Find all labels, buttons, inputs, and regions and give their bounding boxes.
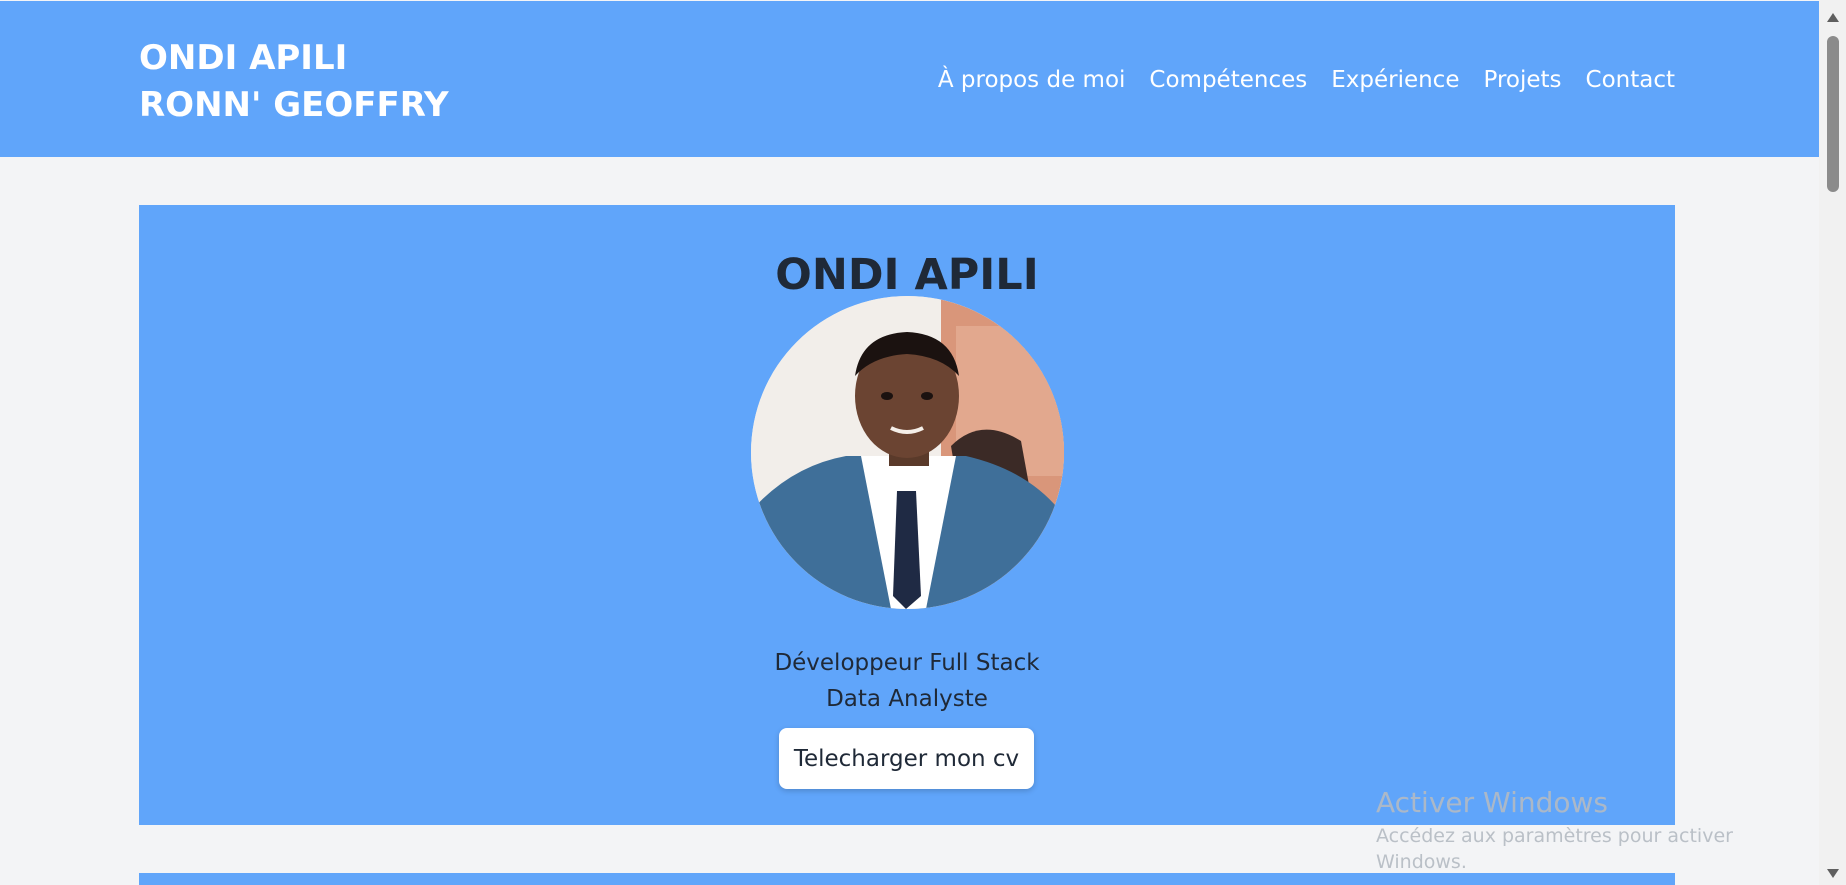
nav-link-experience[interactable]: Expérience (1331, 65, 1459, 95)
download-cv-button[interactable]: Telecharger mon cv (779, 728, 1034, 789)
main-nav: À propos de moi Compétences Expérience P… (938, 65, 1675, 95)
nav-link-projects[interactable]: Projets (1483, 65, 1561, 95)
page-viewport: ONDI APILI RONN' GEOFFRY À propos de moi… (0, 0, 1819, 885)
hero-section: ONDI APILI Développeur Full Stack Data A… (139, 205, 1675, 825)
brand-line-2: RONN' GEOFFRY (139, 85, 449, 125)
scroll-down-arrow-icon[interactable] (1827, 869, 1839, 878)
windows-activation-watermark: Activer Windows Accédez aux paramètres p… (1376, 785, 1819, 875)
watermark-title: Activer Windows (1376, 786, 1609, 819)
scroll-up-arrow-icon[interactable] (1827, 13, 1839, 22)
nav-link-contact[interactable]: Contact (1586, 65, 1675, 95)
watermark-subtitle: Accédez aux paramètres pour activer Wind… (1376, 825, 1733, 873)
brand-line-1: ONDI APILI (139, 38, 348, 78)
nav-link-skills[interactable]: Compétences (1149, 65, 1307, 95)
nav-link-about[interactable]: À propos de moi (938, 65, 1126, 95)
navbar: ONDI APILI RONN' GEOFFRY À propos de moi… (0, 1, 1819, 157)
role-title-2: Data Analyste (826, 686, 988, 712)
role-title-1: Développeur Full Stack (774, 650, 1040, 676)
hero-name: ONDI APILI (775, 250, 1039, 300)
site-brand[interactable]: ONDI APILI RONN' GEOFFRY (139, 35, 449, 129)
profile-photo-illustration (751, 296, 1064, 609)
vertical-scrollbar[interactable] (1819, 0, 1846, 885)
profile-photo (751, 296, 1064, 609)
scrollbar-thumb[interactable] (1827, 36, 1839, 192)
